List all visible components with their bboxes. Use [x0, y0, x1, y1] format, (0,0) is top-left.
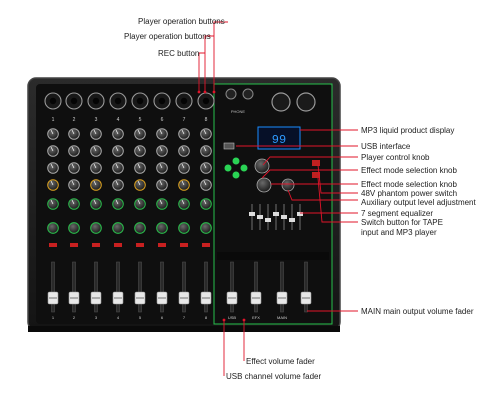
pan-knob[interactable]: [68, 222, 80, 234]
pan-knob[interactable]: [112, 222, 124, 234]
peak-led: [92, 243, 100, 247]
peak-led: [70, 243, 78, 247]
pan-knob[interactable]: [134, 222, 146, 234]
pan-knob[interactable]: [178, 222, 190, 234]
fader-slot: [51, 261, 55, 313]
eq-slot: [299, 204, 301, 230]
callout-mp3-display: MP3 liquid product display: [361, 126, 455, 135]
callout-player-knob: Player control knob: [361, 153, 430, 162]
callout-effect-fader: Effect volume fader: [246, 357, 315, 366]
callout-main-fader: MAIN main output volume fader: [361, 307, 474, 316]
callout-usb-interface: USB interface: [361, 142, 411, 151]
channel-number: 2: [73, 117, 76, 123]
channel-number: 8: [205, 117, 208, 123]
jack-hole: [158, 97, 166, 105]
player-button-stop[interactable]: [232, 171, 240, 179]
fader-label: MAIN: [277, 315, 287, 320]
jack-hole: [114, 97, 122, 105]
usb-port[interactable]: [223, 142, 235, 150]
jack-hole: [92, 97, 100, 105]
main-out-right-xlr[interactable]: [296, 92, 316, 112]
meter-panel: [217, 252, 329, 260]
channel-number: 6: [161, 117, 164, 123]
fader-slot: [116, 261, 120, 313]
callout-equalizer: 7 segment equalizer: [361, 209, 434, 218]
pan-knob[interactable]: [90, 222, 102, 234]
callout-effect-knob-1: Effect mode selection knob: [361, 166, 457, 175]
callout-tape-switch: Switch button for TAPE: [361, 218, 443, 227]
channel-number: 4: [117, 117, 120, 123]
eq-slider-cap[interactable]: [249, 212, 255, 216]
output-jack[interactable]: [242, 88, 254, 100]
eq-slot: [267, 204, 269, 230]
callout-effect-knob-2: Effect mode selection knob: [361, 180, 457, 189]
mp3-display-value: 99: [272, 133, 286, 147]
fader-label: USB: [228, 315, 237, 320]
phone-label: PHONE: [231, 109, 246, 114]
eq-slider-cap[interactable]: [273, 212, 279, 216]
callout-phantom-power: 48V phantom power switch: [361, 189, 458, 198]
eq-slider-cap[interactable]: [265, 218, 271, 222]
chassis-front-edge: [28, 326, 340, 332]
peak-led: [202, 243, 210, 247]
jack-hole: [70, 97, 78, 105]
callout-usb-fader: USB channel volume fader: [226, 372, 322, 381]
peak-led: [49, 243, 57, 247]
fader-slot: [230, 261, 234, 313]
effect-mode-knob[interactable]: [256, 177, 272, 193]
pan-knob[interactable]: [156, 222, 168, 234]
callout-rec-button: REC button: [158, 49, 200, 58]
eq-slider-cap[interactable]: [289, 218, 295, 222]
peak-led: [136, 243, 144, 247]
peak-led: [158, 243, 166, 247]
channel-number: 3: [95, 117, 98, 123]
eq-slider-cap[interactable]: [257, 215, 263, 219]
eq-slider-cap[interactable]: [281, 215, 287, 219]
callout-aux-output: Auxiliary output level adjustment: [361, 198, 476, 207]
fader-slot: [72, 261, 76, 313]
channel-number: 1: [52, 117, 55, 123]
eq-slot: [275, 204, 277, 230]
pan-knob[interactable]: [200, 222, 212, 234]
fader-slot: [138, 261, 142, 313]
channel-number: 5: [139, 117, 142, 123]
callout-player-buttons-1: Player operation buttons: [138, 17, 225, 26]
fader-slot: [94, 261, 98, 313]
player-button-play[interactable]: [232, 157, 240, 165]
player-button-prev[interactable]: [224, 164, 232, 172]
jack-hole: [180, 97, 188, 105]
peak-led: [114, 243, 122, 247]
callout-player-buttons-2: Player operation buttons: [124, 32, 211, 41]
fader-slot: [304, 261, 308, 313]
fader-label: EFX: [252, 315, 260, 320]
phone-jack[interactable]: [225, 88, 237, 100]
main-out-left-xlr[interactable]: [271, 92, 291, 112]
pan-knob[interactable]: [47, 222, 59, 234]
fader-slot: [160, 261, 164, 313]
aux-level-knob[interactable]: [281, 178, 295, 192]
fader-slot: [280, 261, 284, 313]
jack-hole: [202, 97, 210, 105]
peak-led: [180, 243, 188, 247]
callout-tape-switch-line2: input and MP3 player: [361, 228, 437, 237]
fader-slot: [204, 261, 208, 313]
eq-slot: [291, 204, 293, 230]
eq-slot: [251, 204, 253, 230]
jack-hole: [136, 97, 144, 105]
fader-slot: [254, 261, 258, 313]
channel-number: 7: [183, 117, 186, 123]
player-button-next[interactable]: [240, 164, 248, 172]
jack-hole: [49, 97, 57, 105]
phantom-power-switch[interactable]: [312, 160, 320, 166]
fader-slot: [182, 261, 186, 313]
